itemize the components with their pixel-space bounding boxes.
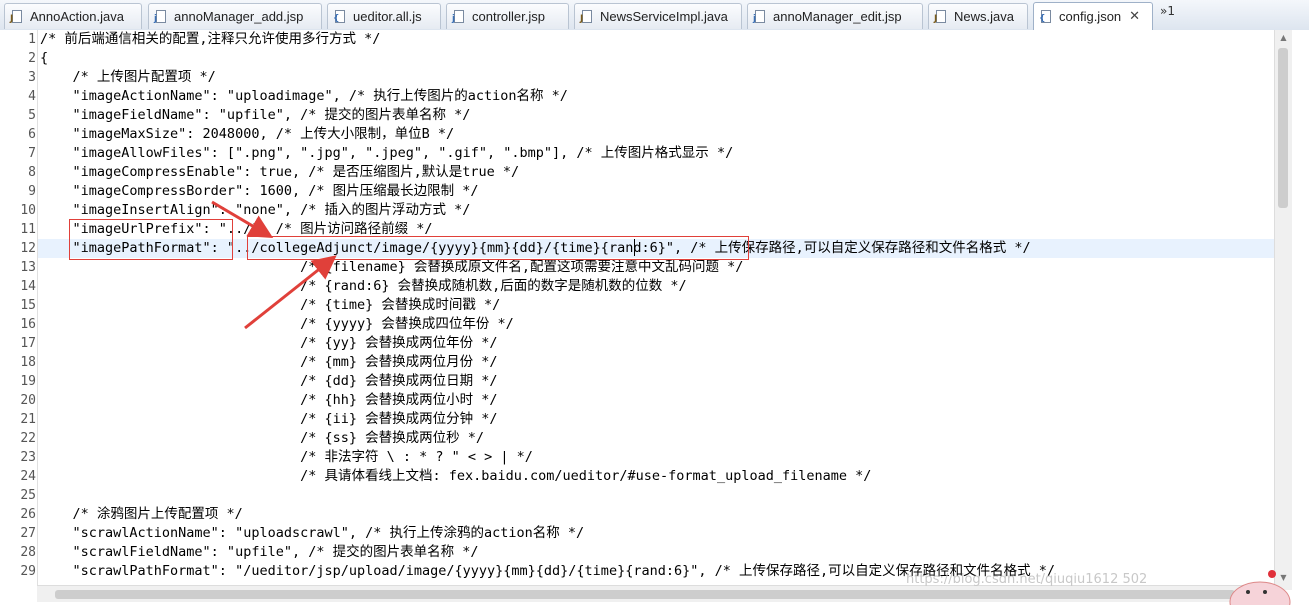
- horizontal-scrollbar[interactable]: [37, 585, 1274, 602]
- annotation-arrows: [211, 200, 337, 330]
- tab-label: annoManager_add.jsp: [174, 9, 304, 24]
- jsp-file-icon: j: [452, 9, 467, 24]
- java-file-icon: J: [580, 9, 595, 24]
- code-editor[interactable]: 1 2 3 4 5 6 7 8 9 10 11 12 13 14 15 16 17 18 19 20 21 22 23 24 2…: [0, 30, 1309, 605]
- horizontal-scroll-thumb[interactable]: [55, 590, 1235, 599]
- tab-3[interactable]: j controller.jsp: [446, 3, 569, 29]
- scroll-up-arrow-icon[interactable]: ▲: [1275, 30, 1292, 46]
- annotation-arrow-prefix: [211, 200, 274, 239]
- tab-7[interactable]: { config.json ✕: [1033, 2, 1153, 30]
- tab-label: annoManager_edit.jsp: [773, 9, 902, 24]
- java-file-icon: J: [934, 9, 949, 24]
- close-tab-icon[interactable]: ✕: [1129, 9, 1140, 24]
- jsp-file-icon: j: [154, 9, 169, 24]
- tab-6[interactable]: J News.java: [928, 3, 1028, 29]
- vertical-scrollbar[interactable]: ▲ ▼: [1274, 30, 1292, 590]
- tab-label: AnnoAction.java: [30, 9, 124, 24]
- cartoon-avatar-sticker: [1229, 570, 1291, 605]
- tab-1[interactable]: j annoManager_add.jsp: [148, 3, 322, 29]
- watermark-url: https://blog.csdn.net/qiuqiu1612 502: [906, 572, 1148, 587]
- tab-label: NewsServiceImpl.java: [600, 9, 728, 24]
- jsp-file-icon: j: [753, 9, 768, 24]
- editor-tab-bar: »1 J AnnoAction.java j annoManager_add.jsp {…: [0, 0, 1309, 31]
- tab-label: ueditor.all.js: [353, 9, 422, 24]
- tab-0[interactable]: J AnnoAction.java: [4, 3, 142, 29]
- annotation-arrow-path: [244, 255, 337, 330]
- tab-4[interactable]: J NewsServiceImpl.java: [574, 3, 742, 29]
- tab-label: News.java: [954, 9, 1014, 24]
- vertical-scroll-thumb[interactable]: [1278, 48, 1288, 208]
- tab-label: config.json: [1059, 9, 1122, 24]
- tab-2[interactable]: { ueditor.all.js: [327, 3, 441, 29]
- tab-label: controller.jsp: [472, 9, 545, 24]
- js-file-icon: {: [333, 9, 348, 24]
- json-file-icon: {: [1039, 9, 1054, 24]
- tab-5[interactable]: j annoManager_edit.jsp: [747, 3, 923, 29]
- java-file-icon: J: [10, 9, 25, 24]
- tab-overflow-button[interactable]: »1: [1160, 4, 1175, 18]
